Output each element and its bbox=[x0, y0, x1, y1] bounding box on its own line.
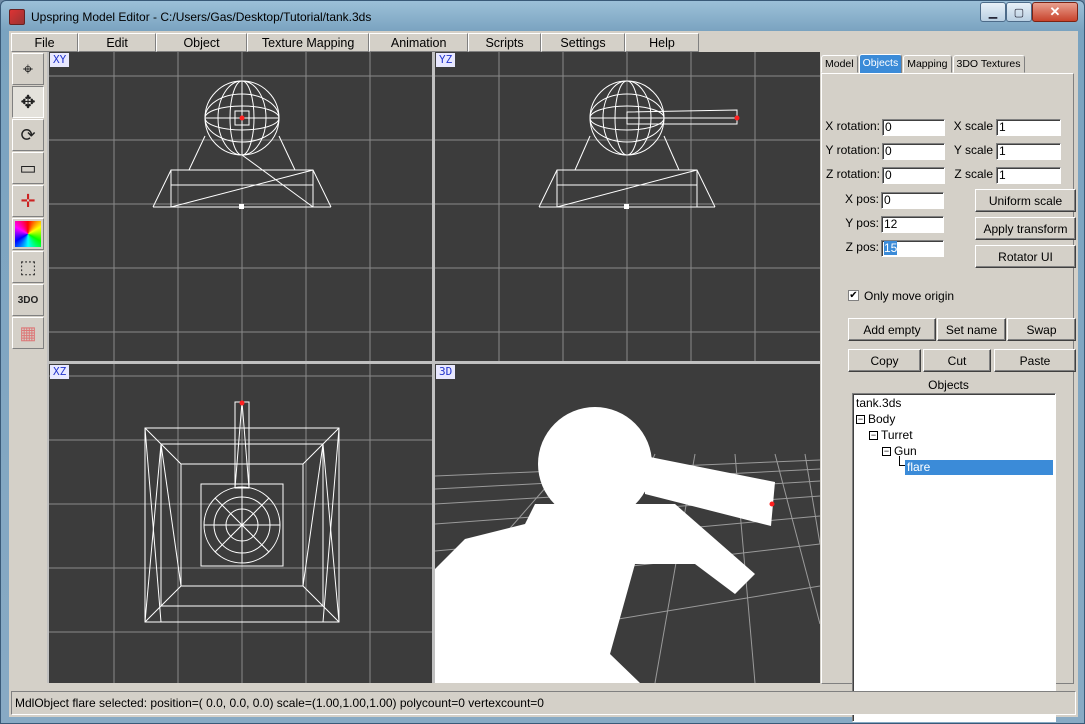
apply-transform-button[interactable]: Apply transform bbox=[975, 217, 1076, 240]
maximize-button[interactable]: ▢ bbox=[1006, 2, 1032, 22]
tool-bar: ⌖ ✥ ⟳ ▭ ✛ ⬚ 3DO ▦ bbox=[11, 52, 45, 352]
status-bar: MdlObject flare selected: position=( 0.0… bbox=[11, 691, 1076, 715]
collapse-icon[interactable]: − bbox=[856, 415, 865, 425]
y-pos-field[interactable]: 12 bbox=[881, 216, 944, 233]
move-arrows-icon[interactable]: ✥ bbox=[12, 86, 44, 118]
selection-marker bbox=[734, 115, 740, 121]
tab-mapping[interactable]: Mapping bbox=[903, 55, 952, 73]
color-swatch bbox=[15, 221, 41, 247]
y-pos-label: Y pos: bbox=[845, 216, 879, 230]
add-empty-button[interactable]: Add empty bbox=[848, 318, 936, 341]
tree-node-label: flare bbox=[907, 460, 931, 474]
menu-file[interactable]: File bbox=[11, 33, 79, 52]
viewport-label-xz: XZ bbox=[50, 365, 70, 379]
menu-help[interactable]: Help bbox=[624, 33, 699, 52]
x-rotation-label: X rotation: bbox=[825, 119, 880, 133]
tree-node-label: Turret bbox=[881, 428, 913, 442]
only-move-origin-checkbox[interactable]: ✔ bbox=[848, 290, 859, 301]
y-rotation-label: Y rotation: bbox=[825, 143, 880, 157]
objects-title: Objects bbox=[928, 378, 969, 392]
viewport-xz[interactable]: XZ bbox=[49, 364, 432, 683]
tab-strip: Model Objects Mapping 3DO Textures bbox=[821, 54, 1026, 74]
copy-button[interactable]: Copy bbox=[848, 349, 921, 372]
xy-wireframe bbox=[49, 52, 432, 361]
rotate-icon[interactable]: ⟳ bbox=[12, 119, 44, 151]
viewport-area: XY YZ XZ 3D bbox=[47, 52, 820, 683]
3do-icon[interactable]: 3DO bbox=[12, 284, 44, 316]
z-rotation-field[interactable]: 0 bbox=[882, 167, 945, 184]
tree-node-body[interactable]: − Body bbox=[856, 412, 895, 427]
z-pos-field[interactable]: 15 bbox=[881, 240, 944, 257]
3d-render bbox=[435, 407, 820, 683]
tab-objects[interactable]: Objects bbox=[858, 54, 903, 74]
x-scale-field[interactable]: 1 bbox=[996, 119, 1061, 136]
only-move-origin-label: Only move origin bbox=[864, 289, 955, 303]
z-pos-selected-text: 15 bbox=[884, 241, 898, 255]
tab-3do-textures[interactable]: 3DO Textures bbox=[952, 55, 1025, 73]
menu-settings[interactable]: Settings bbox=[541, 33, 625, 52]
xz-wireframe bbox=[49, 364, 432, 683]
viewport-xy[interactable]: XY bbox=[49, 52, 432, 361]
set-name-button[interactable]: Set name bbox=[937, 318, 1006, 341]
tree-node-flare[interactable]: flare bbox=[905, 460, 1053, 475]
cut-button[interactable]: Cut bbox=[923, 349, 991, 372]
menu-animation[interactable]: Animation bbox=[369, 33, 469, 52]
viewport-3d[interactable]: 3D bbox=[435, 364, 820, 683]
minimize-button[interactable]: ▁ bbox=[980, 2, 1006, 22]
origin-move-icon[interactable]: ✛ bbox=[12, 185, 44, 217]
app-window: Upspring Model Editor - C:/Users/Gas/Des… bbox=[0, 0, 1085, 724]
title-bar[interactable]: Upspring Model Editor - C:/Users/Gas/Des… bbox=[1, 1, 1084, 31]
collapse-icon[interactable]: − bbox=[882, 447, 891, 457]
objects-tab-page: X rotation: 0 Y rotation: 0 Z rotation: … bbox=[821, 73, 1076, 722]
viewport-label-xy: XY bbox=[50, 53, 70, 67]
collapse-icon[interactable]: − bbox=[869, 431, 878, 441]
side-panel: Model Objects Mapping 3DO Textures X rot… bbox=[821, 52, 1076, 722]
menu-scripts[interactable]: Scripts bbox=[468, 33, 542, 52]
z-rotation-label: Z rotation: bbox=[825, 167, 880, 181]
z-scale-field[interactable]: 1 bbox=[996, 167, 1061, 184]
tree-node-label: Gun bbox=[894, 444, 917, 458]
menu-edit[interactable]: Edit bbox=[78, 33, 157, 52]
y-scale-field[interactable]: 1 bbox=[996, 143, 1061, 160]
menu-texture-mapping[interactable]: Texture Mapping bbox=[246, 33, 370, 52]
tree-node-root[interactable]: tank.3ds bbox=[856, 396, 901, 411]
tab-model[interactable]: Model bbox=[821, 55, 858, 73]
window-title: Upspring Model Editor - C:/Users/Gas/Des… bbox=[31, 10, 372, 24]
selection-marker bbox=[769, 501, 775, 507]
tree-node-label: Body bbox=[868, 412, 896, 426]
z-scale-label: Z scale bbox=[954, 167, 993, 181]
rotator-ui-button[interactable]: Rotator UI bbox=[975, 245, 1076, 268]
menu-bar: File Edit Object Texture Mapping Animati… bbox=[11, 33, 699, 52]
client-area: File Edit Object Texture Mapping Animati… bbox=[9, 31, 1078, 722]
selection-marker bbox=[239, 115, 245, 121]
menu-object[interactable]: Object bbox=[156, 33, 247, 52]
viewport-label-3d: 3D bbox=[436, 365, 456, 379]
z-pos-label: Z pos: bbox=[845, 240, 879, 254]
yz-wireframe bbox=[435, 52, 820, 361]
tree-node-label: tank.3ds bbox=[856, 396, 902, 410]
object-tree[interactable]: tank.3ds − Body − Turret − Gun flare bbox=[852, 393, 1056, 722]
y-scale-label: Y scale bbox=[953, 143, 993, 157]
uniform-scale-button[interactable]: Uniform scale bbox=[975, 189, 1076, 212]
tree-node-turret[interactable]: − Turret bbox=[869, 428, 913, 443]
selection-marker bbox=[239, 400, 245, 406]
texture-paint-icon[interactable]: ▦ bbox=[12, 317, 44, 349]
swap-button[interactable]: Swap bbox=[1007, 318, 1076, 341]
crosshair-icon[interactable]: ⌖ bbox=[12, 53, 44, 85]
x-scale-label: X scale bbox=[953, 119, 993, 133]
app-icon bbox=[9, 9, 25, 25]
x-pos-label: X pos: bbox=[844, 192, 879, 206]
x-pos-field[interactable]: 0 bbox=[881, 192, 944, 209]
viewport-yz[interactable]: YZ bbox=[435, 52, 820, 361]
viewport-label-yz: YZ bbox=[436, 53, 456, 67]
paste-button[interactable]: Paste bbox=[994, 349, 1076, 372]
texture-cube-icon[interactable]: ⬚ bbox=[12, 251, 44, 283]
y-rotation-field[interactable]: 0 bbox=[882, 143, 945, 160]
color-picker-icon[interactable] bbox=[12, 218, 44, 250]
close-button[interactable]: ✕ bbox=[1032, 2, 1078, 22]
x-rotation-field[interactable]: 0 bbox=[882, 119, 945, 136]
scale-icon[interactable]: ▭ bbox=[12, 152, 44, 184]
